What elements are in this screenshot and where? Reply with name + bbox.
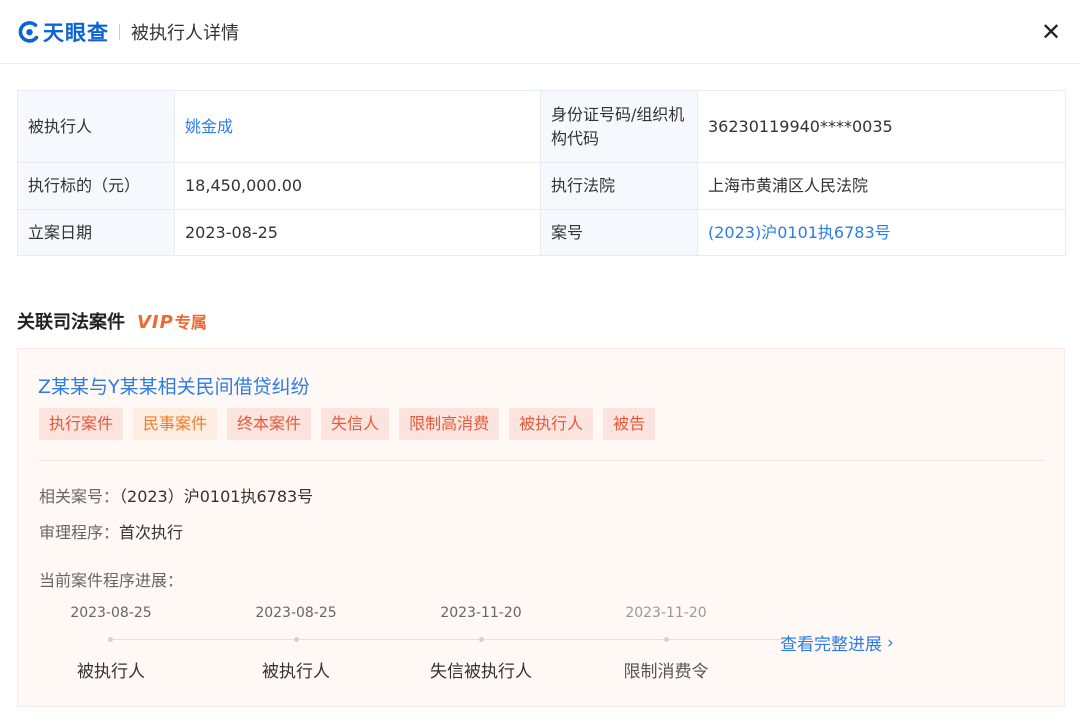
- label-filing-date: 立案日期: [17, 209, 175, 256]
- label-executed-person: 被执行人: [17, 90, 175, 163]
- timeline-label: 被执行人: [262, 662, 330, 682]
- timeline-dot: [294, 637, 299, 642]
- header-bar: 天眼查 被执行人详情 ✕: [0, 0, 1080, 64]
- vip-badge: VIP 专属: [137, 309, 207, 333]
- execution-court-value: 上海市黄浦区人民法院: [697, 162, 1066, 210]
- case-number-link[interactable]: (2023)沪0101执6783号: [697, 209, 1066, 256]
- chevron-right-icon: ›: [887, 632, 894, 653]
- logo: 天眼查 被执行人详情: [16, 18, 239, 46]
- timeline-date: 2023-11-20: [440, 605, 522, 621]
- related-cases-heading: 关联司法案件 VIP 专属: [17, 309, 207, 333]
- timeline-date: 2023-08-25: [70, 605, 152, 621]
- id-number-value: 36230119940****0035: [697, 90, 1066, 163]
- execution-amount-value: 18,450,000.00: [174, 162, 541, 210]
- timeline-date: 2023-08-25: [255, 605, 337, 621]
- label-execution-amount: 执行标的（元）: [17, 162, 175, 210]
- executed-person-info-table: 被执行人 姚金成 身份证号码/组织机构代码 36230119940****003…: [17, 90, 1066, 256]
- view-full-progress-link[interactable]: 查看完整进展 ›: [780, 630, 894, 656]
- table-row: 被执行人 姚金成 身份证号码/组织机构代码 36230119940****003…: [17, 90, 1066, 163]
- executed-person-name-link[interactable]: 姚金成: [174, 90, 541, 163]
- label-case-number: 案号: [540, 209, 698, 256]
- page-title: 被执行人详情: [131, 23, 239, 44]
- case-card: Z某某与Y某某相关民间借贷纠纷 执行案件 民事案件 终本案件 失信人 限制高消费…: [17, 348, 1065, 707]
- timeline-label: 被执行人: [77, 662, 145, 682]
- timeline-dot: [664, 637, 669, 642]
- label-id-number: 身份证号码/组织机构代码: [540, 90, 698, 163]
- logo-divider: [119, 24, 120, 40]
- timeline-line: [110, 639, 785, 640]
- timeline-label: 失信被执行人: [430, 662, 532, 682]
- logo-text: 天眼查: [43, 21, 109, 45]
- table-row: 执行标的（元） 18,450,000.00 执行法院 上海市黄浦区人民法院: [17, 162, 1066, 210]
- timeline-date: 2023-11-20: [625, 605, 707, 621]
- timeline-dot: [479, 637, 484, 642]
- timeline-label: 限制消费令: [623, 662, 709, 682]
- view-full-progress-label: 查看完整进展: [780, 635, 882, 655]
- case-progress-timeline: 2023-08-25 被执行人 2023-08-25 被执行人 2023-11-…: [18, 349, 1066, 708]
- section-title: 关联司法案件: [17, 312, 125, 333]
- vip-suffix: 专属: [174, 313, 207, 332]
- close-icon[interactable]: ✕: [1038, 19, 1064, 45]
- table-row: 立案日期 2023-08-25 案号 (2023)沪0101执6783号: [17, 209, 1066, 256]
- filing-date-value: 2023-08-25: [174, 209, 541, 256]
- timeline-dot: [108, 637, 113, 642]
- eye-logo-icon: [18, 21, 39, 43]
- vip-label: VIP: [137, 312, 174, 333]
- label-execution-court: 执行法院: [540, 162, 698, 210]
